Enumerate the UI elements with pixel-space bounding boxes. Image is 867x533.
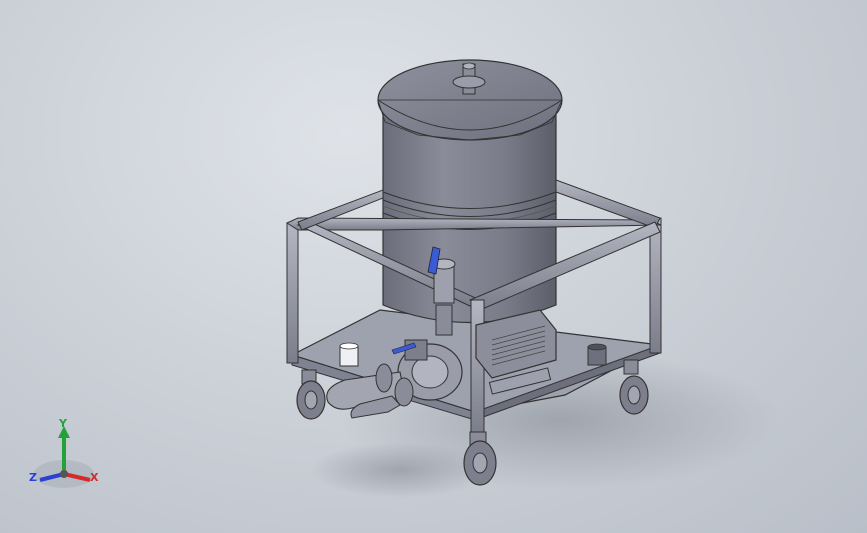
triad-icon (34, 426, 94, 488)
caster-rear-left (296, 369, 326, 420)
triad-z-label: Z (29, 471, 37, 484)
coordinate-triad: Y X Z (22, 412, 112, 497)
triad-y-label: Y (59, 417, 67, 430)
graphics-viewport[interactable]: Y X Z (0, 0, 867, 533)
triad-x-label: X (90, 471, 99, 484)
mixing-tank-cart-model[interactable] (0, 0, 867, 533)
frame-post-front (470, 299, 485, 436)
frame-post-rear-right (649, 217, 662, 354)
frame-rail-rear (285, 217, 662, 231)
frame-post-rear-left (286, 222, 299, 364)
ground-shadow-pump (310, 442, 490, 498)
